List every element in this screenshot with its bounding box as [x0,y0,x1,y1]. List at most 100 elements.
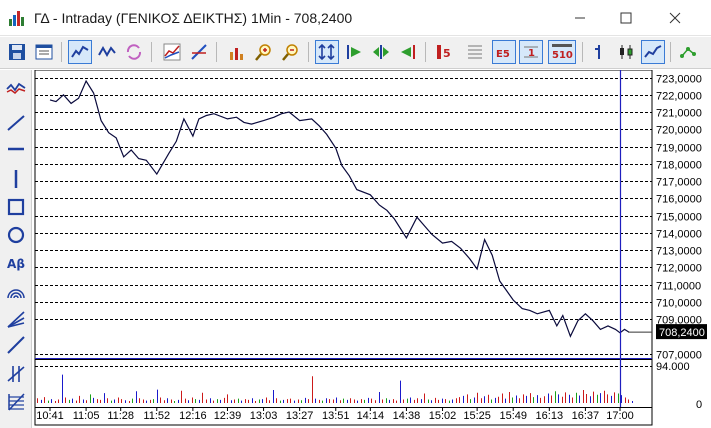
study-button[interactable] [187,40,211,64]
x-tick-label: 14:38 [393,410,421,422]
candle-type-button[interactable] [614,40,638,64]
chart-panel[interactable]: 723,0000 722,0000 721,0000 720,0000 719,0000… [32,70,711,428]
y-tick-label: 707,0000 [656,350,702,362]
y-tick-label: 714,0000 [656,229,702,241]
indicator-button[interactable] [160,40,184,64]
rectangle-icon [7,198,25,216]
ohlc-mode-icon [98,45,116,58]
vertical-line-button[interactable] [3,167,29,191]
y-tick-label: 721,0000 [656,108,702,120]
toolbar-separator [151,42,152,62]
title-bar[interactable]: ΓΔ - Intraday (ΓΕΝΙΚΟΣ ΔΕΙΚΤΗΣ) 1Min - 7… [0,0,711,36]
x-tick-label: 12:16 [179,410,207,422]
diagonal-line-button[interactable] [3,111,29,135]
bar-type-button[interactable] [587,40,611,64]
zoom-out-button[interactable] [279,40,303,64]
price-line [49,79,630,338]
text-tool-icon: Aβ [7,257,25,271]
svg-text:510: 510 [552,50,573,61]
close-icon [669,12,681,24]
period-510-icon: 510 [552,44,573,61]
fit-all-button[interactable] [315,40,339,64]
plot-frame [34,70,653,426]
y-tick-label: 718,0000 [656,160,702,172]
y-tick-label: 715,0000 [656,212,702,224]
x-tick-label: 16:13 [536,410,564,422]
rectangle-button[interactable] [3,195,29,219]
arc-button[interactable] [3,280,29,304]
svg-text:1: 1 [528,48,535,59]
go-start-icon [347,45,361,59]
ellipse-icon [7,226,25,244]
window-title: ΓΔ - Intraday (ΓΕΝΙΚΟΣ ΔΕΙΚΤΗΣ) 1Min - 7… [34,10,353,26]
go-start-button[interactable] [342,40,366,64]
x-tick-label: 11:05 [73,410,100,422]
grid-icon [468,45,482,59]
fan-button[interactable] [3,307,29,331]
toolbar-separator [216,42,217,62]
svg-text:5: 5 [443,47,451,60]
drawing-tools-panel: Aβ [0,70,32,428]
horizontal-line-button[interactable] [3,137,29,161]
cross-line-button[interactable] [3,362,29,386]
y-tick-label: 720,0000 [656,125,702,137]
add-series-button[interactable] [225,40,249,64]
arc-icon [7,289,25,299]
x-tick-label: 15:49 [499,410,527,422]
cross-line-icon [7,366,25,382]
pen-line-button[interactable] [3,333,29,357]
grid-button[interactable] [463,40,487,64]
volume-tick-label: 0 [696,399,702,411]
y-tick-label: 719,0000 [656,143,702,155]
toolbar-separator [670,42,671,62]
properties-button[interactable] [32,40,56,64]
line-chart-mode-button[interactable] [68,40,92,64]
period-e5-icon: E5 [496,49,510,60]
x-tick-label: 10:41 [36,410,64,422]
ohlc-mode-button[interactable] [95,40,119,64]
zoom-out-icon [282,44,298,61]
period-5-button[interactable]: 5 [433,40,457,64]
toolbar-separator [582,42,583,62]
period-1-button[interactable]: 1 [519,40,543,64]
trend-chart-icon [6,82,26,94]
go-end-button[interactable] [396,40,420,64]
toolbar-separator [308,42,309,62]
x-tick-label: 13:27 [286,410,314,422]
scroll-both-button[interactable] [369,40,393,64]
x-tick-label: 17:00 [606,410,634,422]
period-510-button[interactable]: 510 [548,40,576,64]
fit-all-icon [318,43,335,61]
diagonal-line-icon [7,115,25,131]
refresh-icon [126,44,142,60]
network-button[interactable] [677,40,701,64]
maximize-button[interactable] [603,0,649,36]
bar-type-icon [595,45,600,59]
price-chart[interactable]: 723,0000 722,0000 721,0000 720,0000 719,0000… [32,70,711,428]
zoom-in-button[interactable] [252,40,276,64]
fibonacci-icon [8,393,25,411]
text-tool-button[interactable]: Aβ [3,252,29,276]
pen-line-icon [7,336,25,354]
toolbar-separator [425,42,426,62]
ellipse-button[interactable] [3,223,29,247]
close-button[interactable] [652,0,698,36]
zoom-in-icon [255,44,271,61]
indicator-icon [163,43,181,61]
minimize-button[interactable] [557,0,603,36]
y-tick-label: 711,0000 [656,281,701,293]
trend-chart-button[interactable] [3,76,29,100]
vertical-line-icon [14,170,18,188]
go-end-icon [401,45,415,59]
fibonacci-button[interactable] [3,390,29,414]
x-tick-label: 12:39 [214,410,242,422]
minimize-icon [575,17,585,19]
refresh-button[interactable] [122,40,146,64]
period-e5-button[interactable]: E5 [492,40,516,64]
line-type-button[interactable] [641,40,665,64]
x-tick-label: 16:37 [572,410,600,422]
toolbar: 5 E5 1 510 [0,37,711,69]
maximize-icon [620,12,632,24]
x-tick-label: 11:52 [143,410,170,422]
save-button[interactable] [5,40,29,64]
